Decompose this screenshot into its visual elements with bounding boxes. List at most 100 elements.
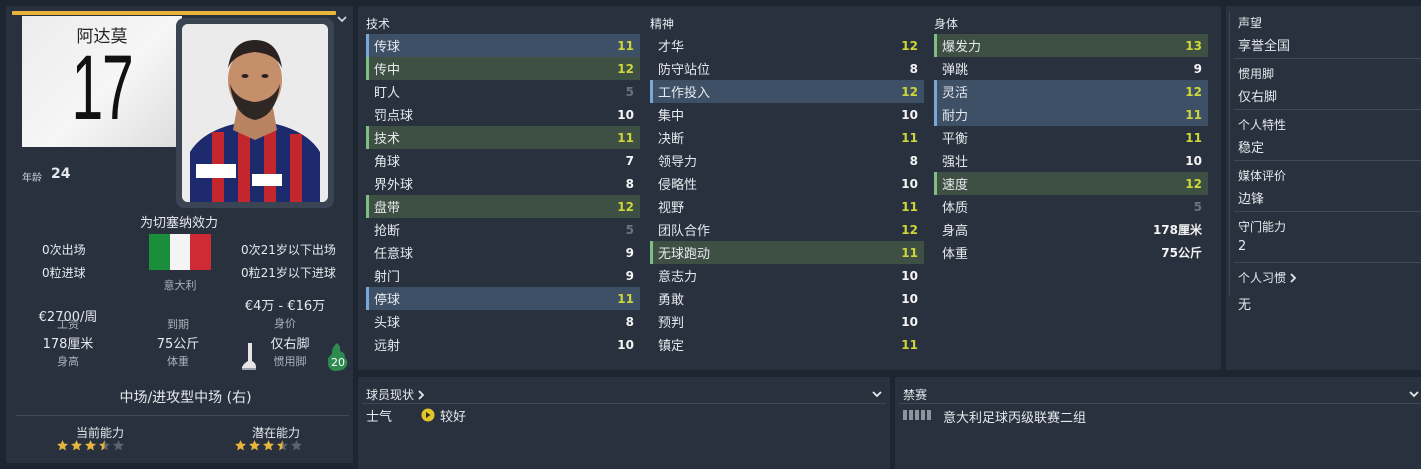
attribute-name: 传球 — [374, 40, 401, 55]
attribute-row[interactable]: 团队合作 12 — [650, 218, 924, 241]
attribute-name: 角球 — [374, 155, 401, 170]
star-icon — [99, 440, 110, 451]
attribute-row[interactable]: 决断 11 — [650, 126, 924, 149]
star-icon — [291, 440, 302, 451]
attribute-row[interactable]: 速度 12 — [934, 172, 1208, 195]
nation-name: 意大利 — [163, 279, 197, 292]
star-icon — [113, 440, 124, 451]
attribute-row[interactable]: 无球跑动 11 — [650, 241, 924, 264]
attribute-name: 体重 — [942, 247, 969, 262]
reputation-label: 声望 — [1238, 16, 1263, 30]
attribute-row[interactable]: 传球 11 — [366, 34, 640, 57]
attribute-row[interactable]: 耐力 11 — [934, 103, 1208, 126]
attribute-value: 12 — [901, 38, 918, 53]
attribute-value: 11 — [617, 130, 634, 145]
chevron-down-icon[interactable] — [1408, 388, 1420, 400]
appearances: 0次出场 — [42, 243, 86, 257]
attribute-value: 10 — [901, 291, 918, 306]
nation-flag-icon[interactable] — [149, 234, 212, 270]
attribute-value: 11 — [617, 38, 634, 53]
attribute-value: 12 — [901, 222, 918, 237]
attribute-row[interactable]: 防守站位 8 — [650, 57, 924, 80]
attribute-row[interactable]: 工作投入 12 — [650, 80, 924, 103]
chevron-down-icon[interactable] — [335, 12, 349, 26]
attribute-name: 传中 — [374, 63, 401, 78]
attribute-name: 抢断 — [374, 224, 401, 239]
attribute-name: 耐力 — [942, 109, 969, 124]
attribute-row[interactable]: 技术 11 — [366, 126, 640, 149]
attribute-value: 10 — [901, 107, 918, 122]
star-icon — [263, 440, 274, 451]
attribute-value: 10 — [901, 314, 918, 329]
attribute-row[interactable]: 镇定 11 — [650, 333, 924, 356]
attribute-row[interactable]: 集中 10 — [650, 103, 924, 126]
attribute-name: 技术 — [374, 132, 401, 147]
attribute-row[interactable]: 弹跳 9 — [934, 57, 1208, 80]
player-position: 中场/进攻型中场 (右) — [119, 390, 252, 406]
attribute-row[interactable]: 侵略性 10 — [650, 172, 924, 195]
value-label: 身价 — [274, 317, 296, 330]
attribute-row[interactable]: 意志力 10 — [650, 264, 924, 287]
attribute-name: 领导力 — [658, 155, 698, 170]
mascot-number: 20 — [331, 356, 345, 369]
attribute-row[interactable]: 勇敢 10 — [650, 287, 924, 310]
attribute-row[interactable]: 体重 75公斤 — [934, 241, 1208, 264]
attribute-name: 头球 — [374, 316, 401, 331]
weight-value: 75公斤 — [156, 337, 200, 352]
attribute-row[interactable]: 领导力 8 — [650, 149, 924, 172]
technical-header: 技术 — [366, 17, 391, 31]
attribute-row[interactable]: 爆发力 13 — [934, 34, 1208, 57]
attribute-row[interactable]: 停球 11 — [366, 287, 640, 310]
attribute-row[interactable]: 界外球 8 — [366, 172, 640, 195]
attribute-value: 12 — [1185, 84, 1202, 99]
attribute-name: 防守站位 — [658, 63, 711, 78]
attribute-row[interactable]: 抢断 5 — [366, 218, 640, 241]
attribute-value: 10 — [901, 176, 918, 191]
habits-value: 无 — [1238, 298, 1252, 313]
attribute-row[interactable]: 身高 178厘米 — [934, 218, 1208, 241]
attribute-row[interactable]: 平衡 11 — [934, 126, 1208, 149]
player-profile-panel: 阿达莫 17 年龄 24 为切塞纳效力 0次出场 0粒进球 0次21岁以下出场 … — [6, 6, 353, 463]
divider — [1229, 12, 1230, 296]
attribute-row[interactable]: 视野 11 — [650, 195, 924, 218]
habits-link[interactable]: 个人习惯 — [1238, 269, 1297, 286]
attribute-name: 工作投入 — [658, 86, 711, 101]
attribute-row[interactable]: 射门 9 — [366, 264, 640, 287]
attribute-row[interactable]: 体质 5 — [934, 195, 1208, 218]
attributes-panel: 技术 精神 身体 传球 11 传中 12 盯人 5 罚点球 10 技术 11 角球 7 界外球 8 盘带 12… — [358, 6, 1221, 370]
attribute-name: 预判 — [658, 316, 685, 331]
attribute-name: 勇敢 — [658, 293, 685, 308]
attribute-value: 75公斤 — [1161, 246, 1202, 260]
attribute-value: 5 — [625, 222, 634, 237]
club-line[interactable]: 为切塞纳效力 — [86, 212, 272, 231]
chevron-down-icon[interactable] — [871, 388, 883, 400]
attribute-row[interactable]: 罚点球 10 — [366, 103, 640, 126]
personality-value: 稳定 — [1238, 141, 1265, 156]
attribute-value: 5 — [625, 84, 634, 99]
attribute-name: 弹跳 — [942, 63, 969, 78]
age-value: 24 — [51, 166, 71, 182]
attribute-row[interactable]: 角球 7 — [366, 149, 640, 172]
status-title-link[interactable]: 球员现状 — [366, 386, 425, 403]
attribute-row[interactable]: 灵活 12 — [934, 80, 1208, 103]
attribute-row[interactable]: 强壮 10 — [934, 149, 1208, 172]
attribute-row[interactable]: 传中 12 — [366, 57, 640, 80]
attribute-row[interactable]: 预判 10 — [650, 310, 924, 333]
attribute-row[interactable]: 任意球 9 — [366, 241, 640, 264]
attribute-value: 12 — [617, 61, 634, 76]
attribute-row[interactable]: 才华 12 — [650, 34, 924, 57]
attribute-name: 决断 — [658, 132, 685, 147]
age-label: 年龄 — [22, 173, 42, 184]
attribute-row[interactable]: 远射 10 — [366, 333, 640, 356]
personality-label: 个人特性 — [1238, 118, 1287, 132]
attribute-row[interactable]: 头球 8 — [366, 310, 640, 333]
attribute-row[interactable]: 盯人 5 — [366, 80, 640, 103]
divider — [1234, 262, 1421, 263]
attribute-value: 10 — [901, 268, 918, 283]
attribute-name: 停球 — [374, 293, 401, 308]
attribute-value: 11 — [901, 337, 918, 352]
goalkeeping-label: 守门能力 — [1238, 220, 1287, 234]
attribute-row[interactable]: 盘带 12 — [366, 195, 640, 218]
attribute-value: 5 — [1193, 199, 1202, 214]
reputation-value: 享誉全国 — [1238, 39, 1291, 54]
